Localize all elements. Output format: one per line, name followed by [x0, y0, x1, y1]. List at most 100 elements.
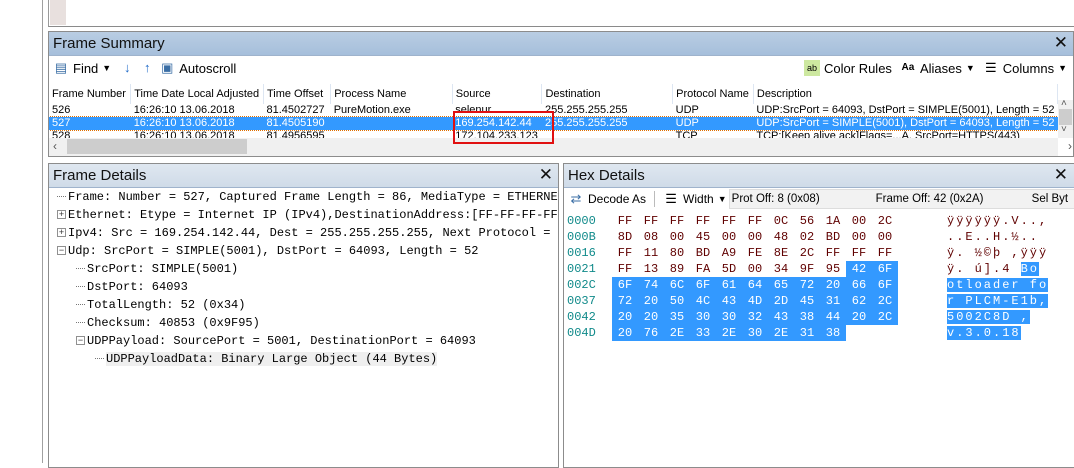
hex-byte[interactable]: 45: [690, 229, 716, 245]
hex-byte[interactable]: 6C: [664, 277, 690, 293]
columns-button[interactable]: ☰ Columns ▼: [983, 60, 1067, 76]
hex-byte[interactable]: 20: [820, 277, 846, 293]
tree-node[interactable]: + Ethernet: Etype = Internet IP (IPv4),De…: [57, 206, 558, 224]
hex-byte[interactable]: 2E: [664, 325, 690, 341]
decode-as-button[interactable]: ⇄ Decode As: [568, 191, 647, 207]
autoscroll-button[interactable]: ▣ Autoscroll: [159, 60, 236, 76]
hex-byte[interactable]: 72: [612, 293, 638, 309]
find-button[interactable]: ▤ Find ▼: [53, 60, 111, 76]
column-header-description[interactable]: Description: [753, 84, 1059, 104]
color-rules-button[interactable]: ab Color Rules: [804, 60, 892, 76]
scroll-thumb[interactable]: [67, 139, 247, 154]
scroll-down-icon[interactable]: ˅: [1061, 124, 1067, 135]
hex-byte[interactable]: 38: [820, 325, 846, 341]
hex-byte[interactable]: 00: [742, 229, 768, 245]
hex-byte[interactable]: FF: [742, 213, 768, 229]
hex-byte[interactable]: 20: [638, 309, 664, 325]
column-header-time[interactable]: Time Date Local Adjusted: [130, 84, 264, 104]
previous-button[interactable]: ↑: [139, 60, 155, 76]
hex-byte[interactable]: 9F: [794, 261, 820, 277]
hex-byte[interactable]: 64: [742, 277, 768, 293]
expand-icon[interactable]: +: [57, 228, 66, 238]
hex-byte[interactable]: FF: [820, 245, 846, 261]
column-header-destination[interactable]: Destination: [541, 84, 674, 104]
collapse-icon[interactable]: −: [57, 246, 66, 256]
hex-byte[interactable]: 08: [638, 229, 664, 245]
hex-byte[interactable]: 6F: [690, 277, 716, 293]
hex-byte[interactable]: 30: [742, 325, 768, 341]
scroll-right-icon[interactable]: ›: [1068, 139, 1072, 153]
scroll-left-icon[interactable]: ‹: [53, 139, 57, 153]
hex-byte[interactable]: 4D: [742, 293, 768, 309]
hex-byte[interactable]: 50: [664, 293, 690, 309]
hex-byte[interactable]: 61: [716, 277, 742, 293]
hex-byte[interactable]: 2E: [716, 325, 742, 341]
hex-byte[interactable]: 95: [820, 261, 846, 277]
hex-byte[interactable]: 2C: [872, 293, 898, 309]
hex-byte[interactable]: 00: [716, 229, 742, 245]
hex-byte[interactable]: 35: [664, 309, 690, 325]
hex-byte[interactable]: FF: [612, 213, 638, 229]
hex-byte[interactable]: 80: [664, 245, 690, 261]
hex-byte[interactable]: 00: [664, 229, 690, 245]
close-icon[interactable]: ✕: [539, 165, 553, 185]
hex-byte[interactable]: 44: [820, 309, 846, 325]
hex-byte[interactable]: 6F: [872, 261, 898, 277]
hex-byte[interactable]: 31: [794, 325, 820, 341]
hex-byte[interactable]: 38: [794, 309, 820, 325]
hex-byte[interactable]: 65: [768, 277, 794, 293]
hex-byte[interactable]: 30: [716, 309, 742, 325]
tree-node[interactable]: Checksum: 40853 (0x9F95): [57, 314, 558, 332]
hex-byte[interactable]: 33: [690, 325, 716, 341]
hex-byte[interactable]: 62: [846, 293, 872, 309]
collapse-icon[interactable]: −: [76, 336, 85, 346]
hex-view[interactable]: 0000 FF FF FF FF FF FF 0C 56 1A 00 2C ÿÿÿÿÿÿ.V.., 000…: [564, 210, 1074, 341]
hex-byte[interactable]: FF: [872, 245, 898, 261]
hex-byte[interactable]: 89: [664, 261, 690, 277]
hex-byte[interactable]: 20: [612, 309, 638, 325]
column-header-time-offset[interactable]: Time Offset: [263, 84, 332, 104]
hex-byte[interactable]: 2D: [768, 293, 794, 309]
aliases-button[interactable]: Aa Aliases ▼: [900, 60, 975, 76]
column-header-protocol[interactable]: Protocol Name: [672, 84, 754, 104]
hex-byte[interactable]: FF: [638, 213, 664, 229]
close-icon[interactable]: ✕: [1054, 33, 1068, 53]
hex-byte[interactable]: BD: [820, 229, 846, 245]
hex-byte[interactable]: 30: [690, 309, 716, 325]
column-header-frame-number[interactable]: Frame Number: [49, 84, 132, 104]
expand-icon[interactable]: +: [57, 210, 66, 220]
hex-byte[interactable]: 74: [638, 277, 664, 293]
hex-byte[interactable]: 8E: [768, 245, 794, 261]
column-header-source[interactable]: Source: [452, 84, 543, 104]
vertical-scrollbar[interactable]: ˄ ˅: [1058, 98, 1073, 138]
hex-byte[interactable]: 2E: [768, 325, 794, 341]
tree-node[interactable]: DstPort: 64093: [57, 278, 558, 296]
hex-byte[interactable]: 32: [742, 309, 768, 325]
hex-byte[interactable]: 6F: [872, 277, 898, 293]
hex-byte[interactable]: 45: [794, 293, 820, 309]
hex-byte[interactable]: FF: [690, 213, 716, 229]
close-icon[interactable]: ✕: [1054, 165, 1068, 185]
hex-byte[interactable]: 34: [768, 261, 794, 277]
hex-byte[interactable]: 43: [768, 309, 794, 325]
hex-byte[interactable]: 20: [612, 325, 638, 341]
hex-byte[interactable]: 11: [638, 245, 664, 261]
hex-byte[interactable]: 43: [716, 293, 742, 309]
hex-byte[interactable]: 4C: [690, 293, 716, 309]
tree-node[interactable]: TotalLength: 52 (0x34): [57, 296, 558, 314]
tree-node[interactable]: − Udp: SrcPort = SIMPLE(5001), DstPort = …: [57, 242, 558, 260]
hex-byte[interactable]: 6F: [612, 277, 638, 293]
hex-byte[interactable]: 56: [794, 213, 820, 229]
hex-byte[interactable]: 02: [794, 229, 820, 245]
hex-byte[interactable]: 2C: [872, 309, 898, 325]
tree-node[interactable]: − UDPPayload: SourcePort = 5001, Destinat…: [57, 332, 558, 350]
hex-byte[interactable]: FA: [690, 261, 716, 277]
hex-byte[interactable]: FF: [846, 245, 872, 261]
scroll-up-icon[interactable]: ˄: [1061, 98, 1067, 109]
hex-byte[interactable]: 66: [846, 277, 872, 293]
hex-byte[interactable]: 72: [794, 277, 820, 293]
width-button[interactable]: ☰ Width ▼: [663, 191, 726, 207]
hex-byte[interactable]: 76: [638, 325, 664, 341]
hex-byte[interactable]: 00: [872, 229, 898, 245]
next-button[interactable]: ↓: [119, 60, 135, 76]
